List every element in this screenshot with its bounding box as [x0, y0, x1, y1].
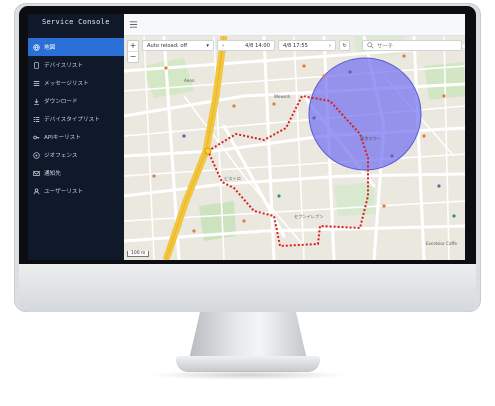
- device-list-icon: [32, 61, 40, 69]
- sidebar-item-label: ユーザーリスト: [44, 189, 84, 195]
- sidebar-item-label: ジオフェンス: [44, 153, 78, 159]
- screen: Service Console 地図 デバイスリスト メッセージリスト ダウンロ…: [28, 14, 465, 260]
- chevron-right-icon: ›: [328, 42, 331, 49]
- search-input[interactable]: サーチ: [362, 40, 462, 51]
- search-icon: [367, 42, 374, 49]
- sidebar: Service Console 地図 デバイスリスト メッセージリスト ダウンロ…: [28, 14, 124, 260]
- zoom-in-button[interactable]: +: [128, 41, 138, 52]
- download-icon: [32, 97, 40, 105]
- map-label: Excelsior Caffe: [426, 241, 458, 246]
- notification-icon: [32, 169, 40, 177]
- sidebar-item-label: デバイスリスト: [44, 63, 83, 69]
- monitor-chin: [19, 264, 476, 312]
- time-controls: Auto reload: off ▾ ‹ 4/8 14:00 4/8 17:55…: [142, 40, 350, 52]
- sidebar-item-api-keys[interactable]: APIキーリスト: [28, 128, 124, 146]
- sidebar-item-label: ダウンロード: [44, 99, 78, 105]
- chevron-left-icon: ‹: [222, 42, 225, 49]
- sidebar-item-map[interactable]: 地図: [28, 38, 124, 56]
- map-label: ビストロ: [224, 176, 241, 181]
- map-canvas: [124, 36, 465, 260]
- map-scale: 100 m: [127, 251, 150, 257]
- sidebar-item-message-list[interactable]: メッセージリスト: [28, 74, 124, 92]
- globe-icon: [32, 43, 40, 51]
- user-icon: [32, 187, 40, 195]
- date-to-field[interactable]: 4/8 17:55 ›: [278, 40, 336, 51]
- auto-reload-label: Auto reload: off: [147, 42, 188, 49]
- sidebar-item-device-list[interactable]: デバイスリスト: [28, 56, 124, 74]
- sidebar-item-label: メッセージリスト: [44, 81, 89, 87]
- menu-icon[interactable]: [129, 20, 138, 29]
- map-label: セブンイレブン: [294, 214, 324, 219]
- auto-reload-dropdown[interactable]: Auto reload: off ▾: [142, 40, 214, 51]
- date-from-field[interactable]: ‹ 4/8 14:00: [217, 40, 275, 51]
- sidebar-item-user-list[interactable]: ユーザーリスト: [28, 182, 124, 200]
- map-label: Aeon: [184, 78, 195, 83]
- app-title: Service Console: [42, 18, 110, 26]
- search-placeholder: サーチ: [377, 43, 394, 50]
- device-type-list-icon: [32, 115, 40, 123]
- sidebar-item-label: APIキーリスト: [44, 135, 81, 141]
- map-label: 東京タワー: [360, 136, 381, 141]
- sidebar-item-label: デバイスタイプリスト: [44, 117, 100, 123]
- date-from-value: 4/8 14:00: [245, 42, 270, 49]
- stand-shadow: [150, 370, 346, 380]
- sidebar-item-label: 通知先: [44, 171, 61, 177]
- sidebar-item-label: 地図: [44, 45, 56, 51]
- zoom-control: + −: [127, 40, 139, 63]
- date-to-value: 4/8 17:55: [283, 42, 308, 49]
- refresh-icon: ↻: [342, 42, 347, 49]
- sidebar-nav: 地図 デバイスリスト メッセージリスト ダウンロード デバイスタイプリスト AP…: [28, 38, 124, 200]
- chevron-down-icon: ▾: [206, 42, 209, 49]
- map-view[interactable]: Aeon Wework ビストロ 東京タワー セブンイレブン Excelsior…: [124, 36, 465, 260]
- refresh-button[interactable]: ↻: [339, 40, 350, 51]
- top-bar: [124, 14, 465, 36]
- message-list-icon: [32, 79, 40, 87]
- sidebar-item-download[interactable]: ダウンロード: [28, 92, 124, 110]
- geofence-circle: [308, 57, 422, 171]
- map-label: Wework: [274, 94, 291, 99]
- sidebar-item-geofence[interactable]: ジオフェンス: [28, 146, 124, 164]
- key-icon: [32, 133, 40, 141]
- sidebar-item-notifications[interactable]: 通知先: [28, 164, 124, 182]
- sidebar-item-device-type-list[interactable]: デバイスタイプリスト: [28, 110, 124, 128]
- main-content: Aeon Wework ビストロ 東京タワー セブンイレブン Excelsior…: [124, 14, 465, 260]
- geofence-icon: [32, 151, 40, 159]
- zoom-out-button[interactable]: −: [128, 52, 138, 62]
